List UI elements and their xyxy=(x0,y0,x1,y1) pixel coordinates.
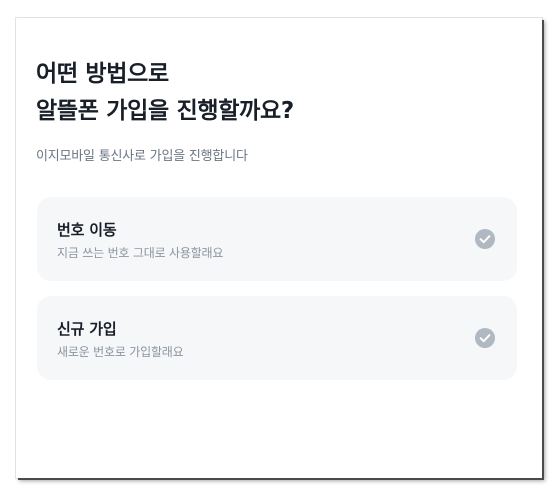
check-circle-icon xyxy=(475,328,495,348)
option-description: 새로운 번호로 가입할래요 xyxy=(57,345,184,359)
option-number-transfer[interactable]: 번호 이동 지금 쓰는 번호 그대로 사용할래요 xyxy=(37,197,517,281)
page-title: 어떤 방법으로 알뜰폰 가입을 진행할까요? xyxy=(36,56,294,130)
option-new-signup[interactable]: 신규 가입 새로운 번호로 가입할래요 xyxy=(37,296,517,380)
option-title: 신규 가입 xyxy=(57,320,117,338)
page-subtitle: 이지모바일 통신사로 가입을 진행합니다 xyxy=(36,149,248,164)
title-line-1: 어떤 방법으로 xyxy=(36,61,169,87)
option-description: 지금 쓰는 번호 그대로 사용할래요 xyxy=(57,246,224,260)
option-title: 번호 이동 xyxy=(57,221,117,239)
dialog-panel: 어떤 방법으로 알뜰폰 가입을 진행할까요? 이지모바일 통신사로 가입을 진행… xyxy=(16,18,542,478)
title-line-2: 알뜰폰 가입을 진행할까요? xyxy=(36,98,294,124)
check-circle-icon xyxy=(475,229,495,249)
